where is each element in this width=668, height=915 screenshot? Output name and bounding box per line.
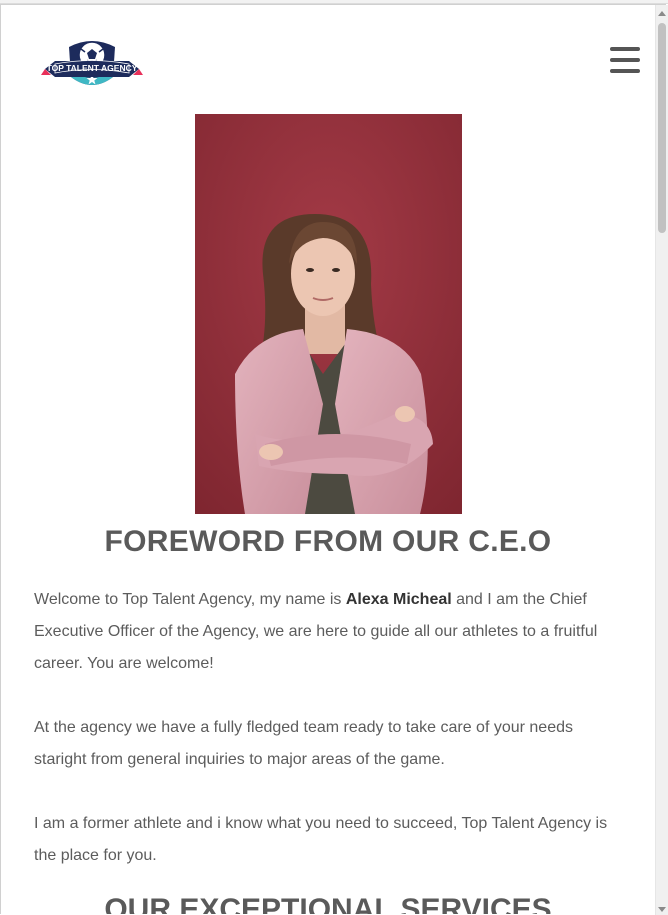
ceo-name: Alexa Micheal [345,591,452,608]
foreword-paragraph-2: At the agency we have a fully fledged te… [34,719,573,768]
scroll-thumb[interactable] [658,23,666,233]
vertical-scrollbar[interactable] [655,5,668,915]
menu-bar [610,58,640,62]
soccer-ball-shield-logo-icon: TOP TALENT AGENCY [41,41,143,85]
menu-bar [610,69,640,73]
foreword-text: Welcome to Top Talent Agency, my name is [34,591,346,608]
logo-text: TOP TALENT AGENCY [47,63,138,73]
menu-bar [610,47,640,51]
scroll-down-arrow-icon[interactable] [658,907,666,912]
foreword-title: FOREWORD FROM OUR C.E.O [104,525,552,558]
services-title: OUR EXCEPTIONAL SERVICES [104,893,552,914]
page-viewport: TOP TALENT AGENCY FOREWORD FROM OUR C.E.… [0,4,666,914]
foreword-paragraph-1: Welcome to Top Talent Agency, my name is… [34,584,624,680]
scroll-up-arrow-icon[interactable] [658,11,666,16]
foreword-paragraph-3: I am a former athlete and i know what yo… [34,815,608,864]
brand-logo[interactable]: TOP TALENT AGENCY [41,35,143,95]
hamburger-menu-icon[interactable] [610,47,640,75]
ceo-photo [195,114,462,514]
